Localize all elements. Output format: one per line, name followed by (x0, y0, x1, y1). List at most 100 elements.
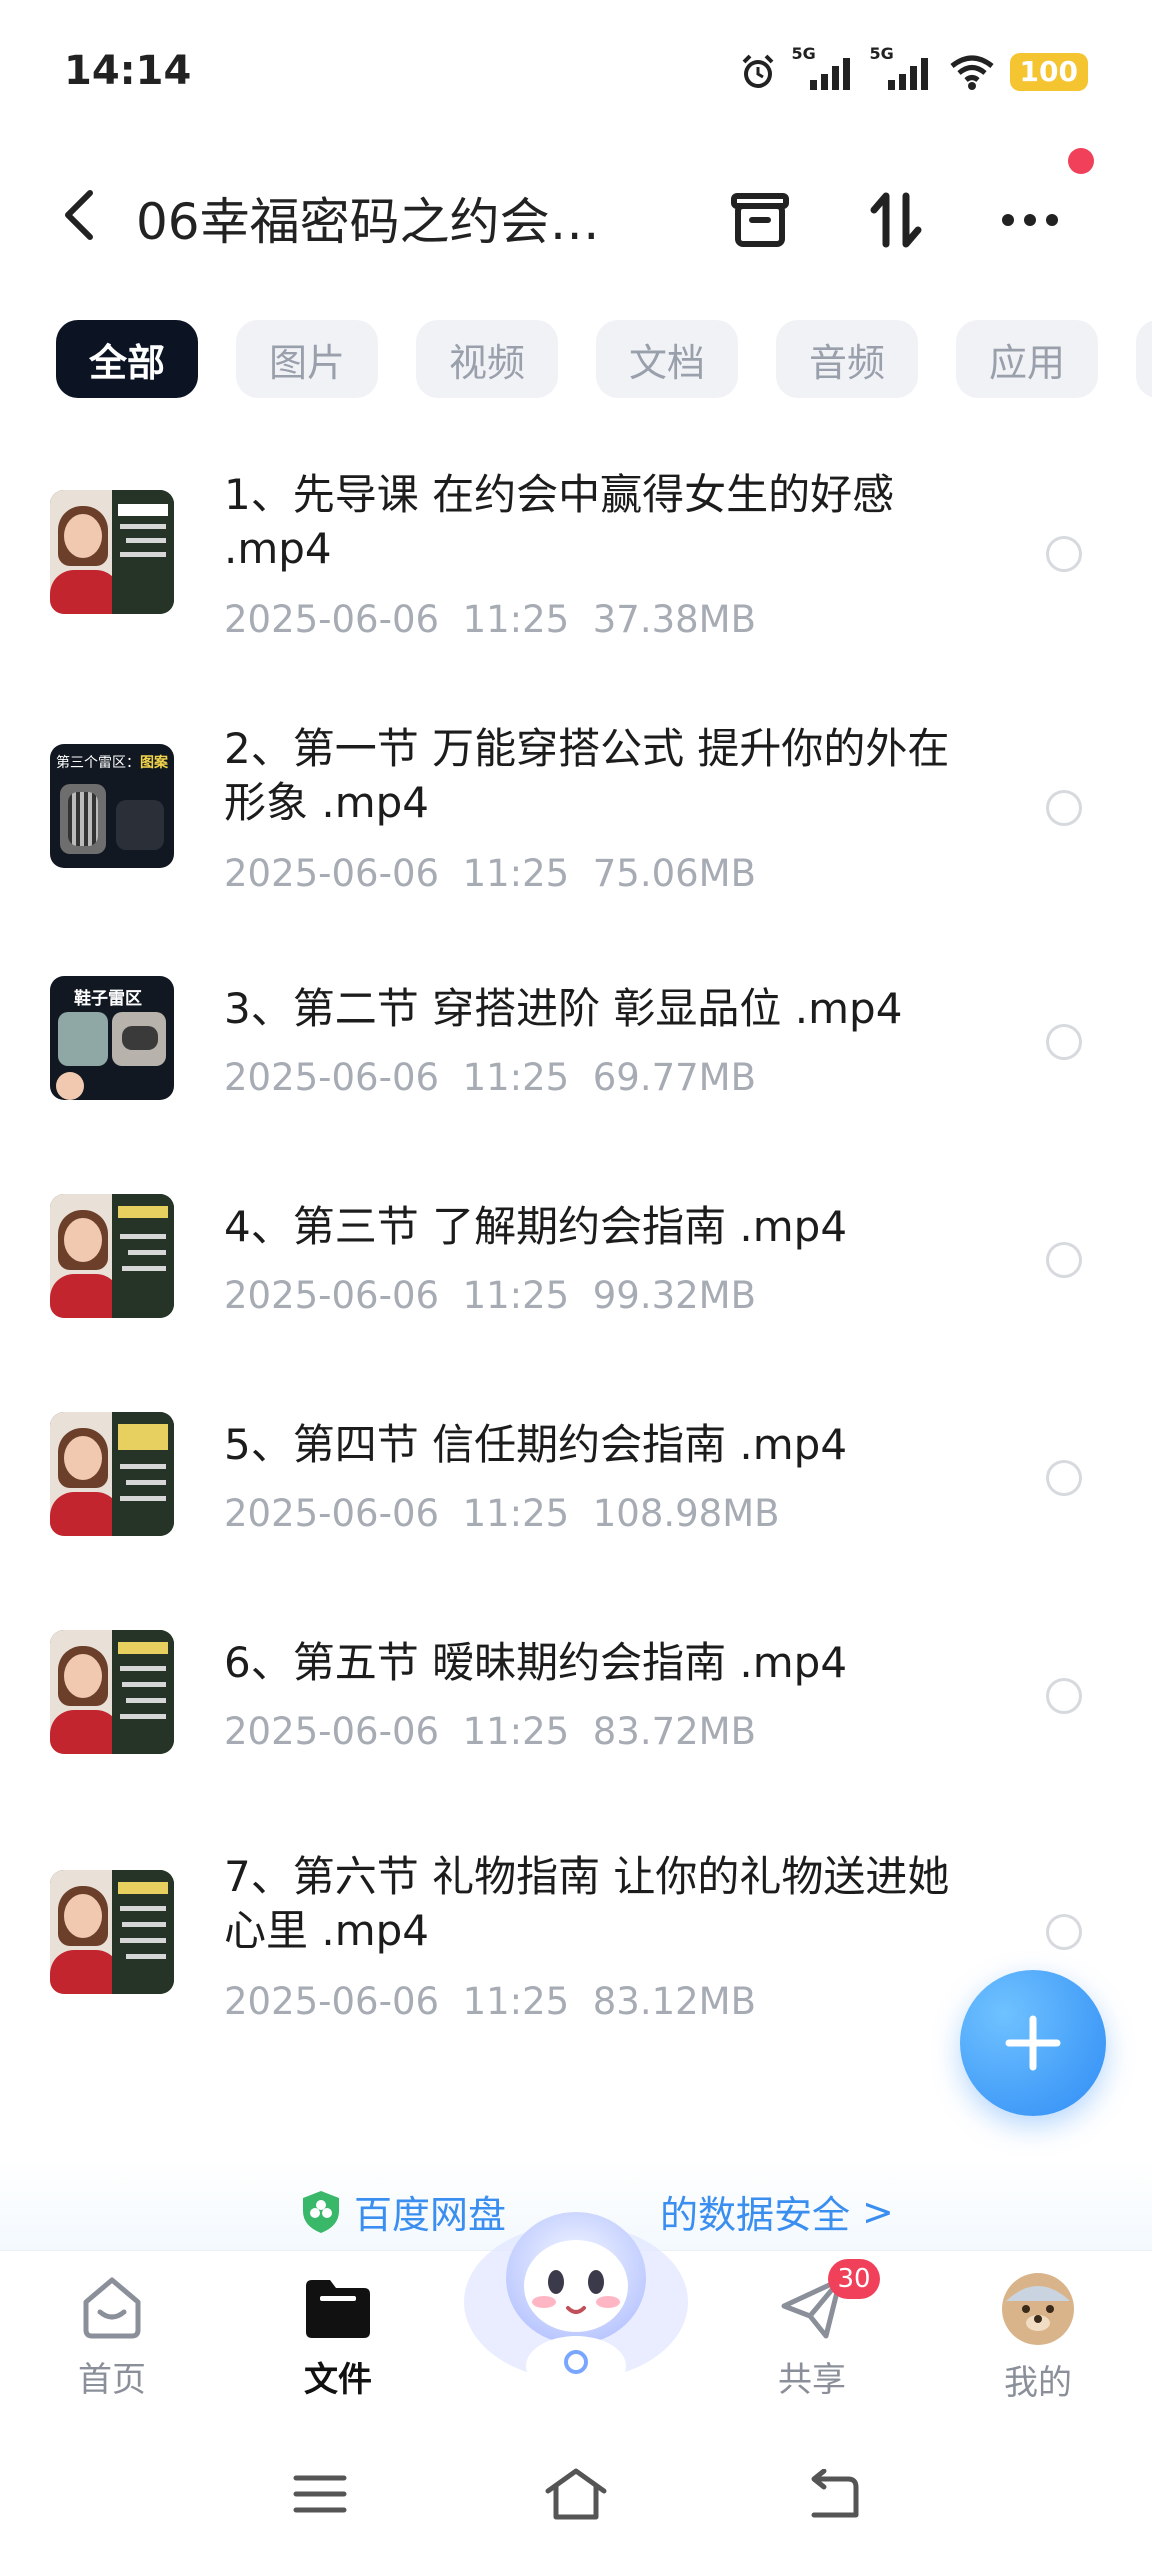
home-outline-icon (545, 2468, 607, 2520)
file-name: 4、第三节 了解期约会指南 .mp4 (224, 1202, 848, 1251)
thumbnail-caption-highlight: 图案 (140, 755, 168, 771)
file-meta: 2025-06-06 11:25 83.12MB (224, 1980, 756, 2023)
plus-icon (1005, 2015, 1061, 2071)
back-button[interactable] (50, 180, 110, 250)
file-meta: 2025-06-06 11:25 69.77MB (224, 1056, 756, 1099)
wifi-icon (949, 55, 994, 90)
thumbnail-caption-prefix: 第三个雷区： (56, 755, 140, 771)
mascot-icon (464, 2212, 688, 2396)
file-name: 7、第六节 礼物指南 让你的礼物送进她心里 .mp4 (224, 1852, 950, 1955)
file-name: 3、第二节 穿搭进阶 彰显品位 .mp4 (224, 984, 903, 1033)
folder-icon (306, 2279, 370, 2338)
file-time: 11:25 (462, 1274, 570, 1317)
select-checkbox[interactable] (1046, 1914, 1082, 1950)
select-checkbox[interactable] (1046, 1242, 1082, 1278)
nav-label: 共享 (778, 2360, 846, 2400)
nav-me[interactable]: 我的 (968, 2271, 1108, 2403)
tab-more[interactable] (1136, 320, 1152, 398)
file-name: 2、第一节 万能穿搭公式 提升你的外在形象 .mp4 (224, 724, 950, 827)
tab-documents[interactable]: 文档 (596, 320, 738, 398)
select-checkbox[interactable] (1046, 790, 1082, 826)
video-thumbnail: 第三个雷区：图案 (50, 744, 174, 868)
nav-label: 首页 (78, 2360, 146, 2400)
nav-share[interactable]: 30 共享 (742, 2259, 882, 2401)
select-checkbox[interactable] (1046, 1460, 1082, 1496)
avatar-icon (1002, 2273, 1074, 2345)
signal-icon (809, 58, 850, 90)
file-size: 99.32MB (592, 1274, 756, 1317)
tab-apps[interactable]: 应用 (956, 320, 1098, 398)
file-size: 37.38MB (592, 598, 756, 641)
tab-images[interactable]: 图片 (236, 320, 378, 398)
home-nav-button[interactable] (536, 2464, 616, 2524)
file-date: 2025-06-06 (224, 1710, 440, 1753)
battery-indicator: 100 (1009, 53, 1088, 91)
tab-audio[interactable]: 音频 (776, 320, 918, 398)
system-nav (0, 2420, 1152, 2560)
file-meta: 2025-06-06 11:25 99.32MB (224, 1274, 756, 1317)
archive-icon (731, 193, 789, 247)
file-date: 2025-06-06 (224, 852, 440, 895)
file-size: 75.06MB (592, 852, 756, 895)
archive-button[interactable] (720, 180, 800, 260)
file-time: 11:25 (462, 1980, 570, 2023)
more-button[interactable] (990, 180, 1070, 260)
select-checkbox[interactable] (1046, 1678, 1082, 1714)
file-time: 11:25 (462, 598, 570, 641)
video-thumbnail (50, 490, 174, 614)
file-meta: 2025-06-06 11:25 37.38MB (224, 598, 756, 641)
page-title: 06幸福密码之约会… (136, 193, 600, 251)
add-button[interactable] (960, 1970, 1106, 2116)
notification-badge: 30 (828, 2259, 880, 2299)
notification-dot (1068, 148, 1094, 174)
video-thumbnail (50, 1870, 174, 1994)
file-date: 2025-06-06 (224, 1492, 440, 1535)
file-time: 11:25 (462, 1492, 570, 1535)
alarm-icon (742, 54, 773, 88)
file-date: 2025-06-06 (224, 1980, 440, 2023)
file-date: 2025-06-06 (224, 598, 440, 641)
nav-home[interactable]: 首页 (42, 2271, 182, 2401)
thumbnail-caption: 鞋子雷区 (74, 989, 142, 1009)
file-meta: 2025-06-06 11:25 83.72MB (224, 1710, 756, 1753)
file-name: 6、第五节 暧昧期约会指南 .mp4 (224, 1638, 848, 1687)
file-time: 11:25 (462, 1710, 570, 1753)
sort-icon (870, 192, 922, 248)
ai-assistant-button[interactable] (460, 2190, 692, 2400)
file-meta: 2025-06-06 11:25 108.98MB (224, 1492, 780, 1535)
status-icons: 5G 5G 100 (738, 44, 1088, 92)
chevron-left-icon (65, 190, 93, 240)
status-bar: 14:14 5G 5G 100 (0, 0, 1152, 150)
file-date: 2025-06-06 (224, 1056, 440, 1099)
tab-videos[interactable]: 视频 (416, 320, 558, 398)
select-checkbox[interactable] (1046, 536, 1082, 572)
home-icon (83, 2277, 141, 2338)
avatar (998, 2271, 1078, 2347)
video-thumbnail: 鞋子雷区 (50, 976, 174, 1100)
tab-all[interactable]: 全部 (56, 320, 198, 398)
file-time: 11:25 (462, 1056, 570, 1099)
signal-5g-2: 5G (870, 44, 934, 92)
menu-icon (293, 2475, 347, 2513)
filter-tabs: 全部 图片 视频 文档 音频 应用 (56, 320, 1152, 400)
nav-files[interactable]: 文件 (268, 2271, 408, 2401)
select-checkbox[interactable] (1046, 1024, 1082, 1060)
back-nav-button[interactable] (792, 2464, 872, 2524)
recents-button[interactable] (280, 2464, 360, 2524)
header: 06幸福密码之约会… (0, 160, 1152, 270)
nav-label: 文件 (304, 2360, 372, 2400)
status-time: 14:14 (64, 48, 192, 94)
sort-button[interactable] (856, 180, 936, 260)
thumbnail-caption: 第三个雷区：图案 (56, 752, 168, 772)
video-thumbnail (50, 1194, 174, 1318)
back-arrow-icon (811, 2469, 859, 2518)
nav-label: 我的 (1004, 2363, 1072, 2403)
file-name: 1、先导课 在约会中赢得女生的好感 .mp4 (224, 470, 895, 573)
shield-icon (303, 2190, 339, 2233)
signal-5g-1: 5G (792, 44, 856, 92)
signal-icon (887, 58, 928, 90)
file-size: 108.98MB (592, 1492, 780, 1535)
file-name: 5、第四节 信任期约会指南 .mp4 (224, 1420, 848, 1469)
chevron-right-icon: > (862, 2189, 894, 2234)
file-date: 2025-06-06 (224, 1274, 440, 1317)
